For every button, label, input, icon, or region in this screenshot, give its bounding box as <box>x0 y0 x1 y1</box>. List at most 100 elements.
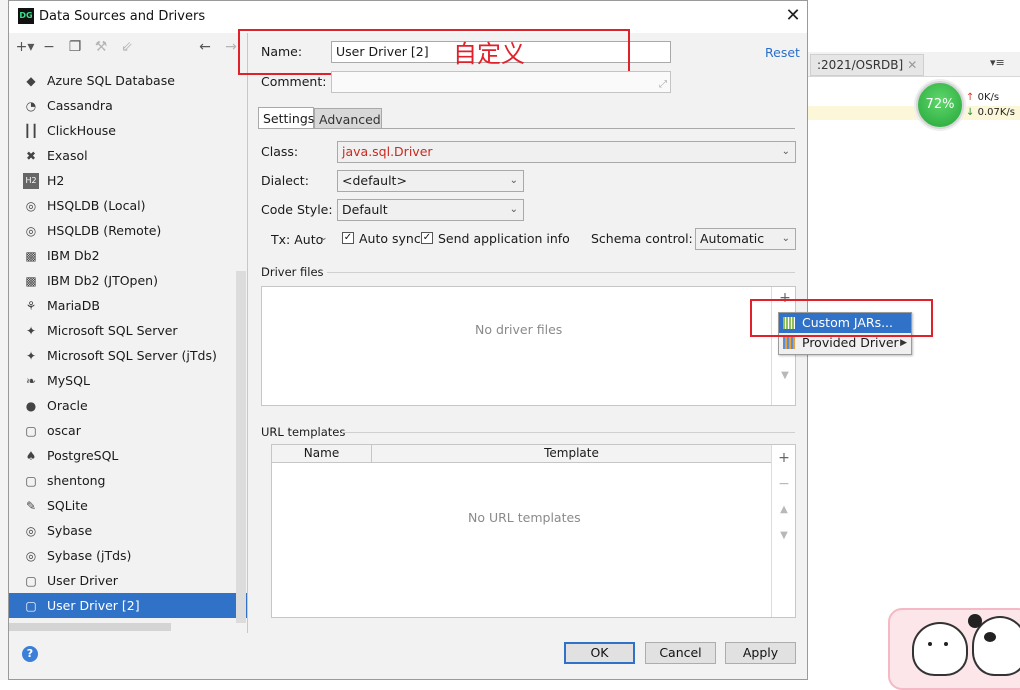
schema-control-label: Schema control: <box>591 231 693 246</box>
side-toolbar-divider <box>771 445 772 617</box>
driver-item[interactable]: ♠ PostgreSQL <box>9 443 247 468</box>
generic-driver-icon: ▢ <box>25 474 37 488</box>
chevron-down-icon: ⌄ <box>509 175 518 186</box>
driver-label: shentong <box>47 473 106 488</box>
apply-button[interactable]: Apply <box>725 642 796 664</box>
close-window-button[interactable]: ✕ <box>781 5 805 29</box>
driver-list-horizontal-scrollbar[interactable] <box>9 623 171 631</box>
window-title: Data Sources and Drivers <box>39 9 206 24</box>
chevron-down-icon: ⌄ <box>509 204 518 215</box>
download-arrow-icon: ↓ <box>966 107 975 118</box>
tx-mode-select[interactable]: Tx: Auto <box>271 232 323 247</box>
driver-item[interactable]: ✦ Microsoft SQL Server <box>9 318 247 343</box>
driver-label: Microsoft SQL Server <box>47 323 178 338</box>
comment-field[interactable]: ⤢ <box>331 71 671 93</box>
comment-label: Comment: <box>261 74 327 89</box>
cancel-button[interactable]: Cancel <box>645 642 716 664</box>
driver-item[interactable]: ┃┃ ClickHouse <box>9 118 247 143</box>
back-icon[interactable]: ← <box>195 37 215 57</box>
remove-icon[interactable]: − <box>39 37 59 57</box>
mariadb-icon: ⚘ <box>25 299 37 313</box>
driver-item[interactable]: ◆ Azure SQL Database <box>9 68 247 93</box>
tab-underline <box>258 128 795 129</box>
chevron-down-icon[interactable]: ⌄ <box>320 233 328 243</box>
expand-icon[interactable]: ⤢ <box>659 79 667 90</box>
driver-item[interactable]: ◔ Cassandra <box>9 93 247 118</box>
driver-label: oscar <box>47 423 81 438</box>
background-editor-tab[interactable]: :2021/OSRDB] ✕ <box>810 54 925 76</box>
import-icon[interactable]: ⇙ <box>117 37 137 57</box>
sqlserver-icon: ✦ <box>25 349 37 363</box>
driver-item[interactable]: ⚘ MariaDB <box>9 293 247 318</box>
driver-item-selected[interactable]: ▢ User Driver [2] <box>9 593 247 618</box>
add-icon[interactable]: +▾ <box>15 37 35 57</box>
driver-item[interactable]: ❧ MySQL <box>9 368 247 393</box>
move-up-icon[interactable]: ▲ <box>775 501 793 519</box>
driver-files-empty: No driver files <box>475 322 563 337</box>
driver-item[interactable]: ● Oracle <box>9 393 247 418</box>
driver-item[interactable]: ▢ User Driver <box>9 568 247 593</box>
move-down-icon[interactable]: ▼ <box>775 527 793 545</box>
driver-item[interactable]: ▩ IBM Db2 (JTOpen) <box>9 268 247 293</box>
tab-settings[interactable]: Settings <box>258 107 314 129</box>
remove-url-template-icon[interactable]: − <box>775 475 793 493</box>
driver-item[interactable]: ◎ HSQLDB (Local) <box>9 193 247 218</box>
driver-item[interactable]: ◎ Sybase <box>9 518 247 543</box>
reset-link[interactable]: Reset <box>765 45 800 60</box>
driver-item[interactable]: ✦ Microsoft SQL Server (jTds) <box>9 343 247 368</box>
tab-advanced[interactable]: Advanced <box>314 108 382 129</box>
sqlite-icon: ✎ <box>25 499 37 513</box>
close-icon[interactable]: ✕ <box>907 58 917 72</box>
driver-item[interactable]: ◎ Sybase (jTds) <box>9 543 247 568</box>
add-url-template-icon[interactable]: + <box>775 449 793 467</box>
dialect-value: <default> <box>342 173 407 188</box>
duplicate-icon[interactable]: ❐ <box>65 37 85 57</box>
column-header-name[interactable]: Name <box>272 445 372 463</box>
auto-sync-checkbox[interactable]: ✓ <box>342 232 354 244</box>
annotation-box-menu <box>750 299 933 337</box>
generic-driver-icon: ▢ <box>25 574 37 588</box>
background-tab-menu[interactable]: ▾≡ <box>990 56 1005 69</box>
driver-label: MariaDB <box>47 298 100 313</box>
send-app-info-checkbox[interactable]: ✓ <box>421 232 433 244</box>
driver-label: Sybase <box>47 523 93 538</box>
driver-label: User Driver [2] <box>47 598 140 613</box>
memory-gauge[interactable]: 72% <box>916 81 964 129</box>
generic-driver-icon: ▢ <box>25 424 37 438</box>
ok-button[interactable]: OK <box>564 642 635 664</box>
driver-label: Oracle <box>47 398 88 413</box>
driver-list: ◆ Azure SQL Database ◔ Cassandra ┃┃ ClickHo… <box>9 63 247 623</box>
dialect-select[interactable]: <default> ⌄ <box>337 170 524 192</box>
upload-arrow-icon: ↑ <box>966 92 975 103</box>
hsqldb-icon: ◎ <box>25 224 37 238</box>
driver-item[interactable]: H2 H2 <box>9 168 247 193</box>
driver-list-scrollbar[interactable] <box>236 271 246 623</box>
auto-sync-label: Auto sync <box>359 231 421 246</box>
code-style-select[interactable]: Default ⌄ <box>337 199 524 221</box>
code-style-value: Default <box>342 202 388 217</box>
driver-label: PostgreSQL <box>47 448 119 463</box>
driver-item[interactable]: ▢ shentong <box>9 468 247 493</box>
class-label: Class: <box>261 144 299 159</box>
url-templates-title: URL templates <box>261 425 346 439</box>
data-sources-dialog: DG Data Sources and Drivers ✕ +▾ − ❐ ⚒ ⇙… <box>8 0 933 680</box>
separator <box>342 432 795 433</box>
driver-item[interactable]: ▩ IBM Db2 <box>9 243 247 268</box>
polar-bear-icon <box>912 622 968 676</box>
mysql-icon: ❧ <box>25 374 37 388</box>
pane-divider[interactable] <box>247 33 248 633</box>
sybase-icon: ◎ <box>25 549 37 563</box>
driver-item[interactable]: ▢ oscar <box>9 418 247 443</box>
driver-item[interactable]: ◎ HSQLDB (Remote) <box>9 218 247 243</box>
driver-label: Microsoft SQL Server (jTds) <box>47 348 217 363</box>
help-icon[interactable]: ? <box>22 646 38 662</box>
separator <box>327 272 795 273</box>
driver-item[interactable]: ✎ SQLite <box>9 493 247 518</box>
class-select[interactable]: java.sql.Driver ⌄ <box>337 141 796 163</box>
annotation-box-name <box>238 29 630 75</box>
column-header-template[interactable]: Template <box>372 445 771 463</box>
settings-icon[interactable]: ⚒ <box>91 37 111 57</box>
driver-item[interactable]: ✖ Exasol <box>9 143 247 168</box>
move-down-icon[interactable]: ▼ <box>776 367 794 385</box>
schema-control-select[interactable]: Automatic ⌄ <box>695 228 796 250</box>
